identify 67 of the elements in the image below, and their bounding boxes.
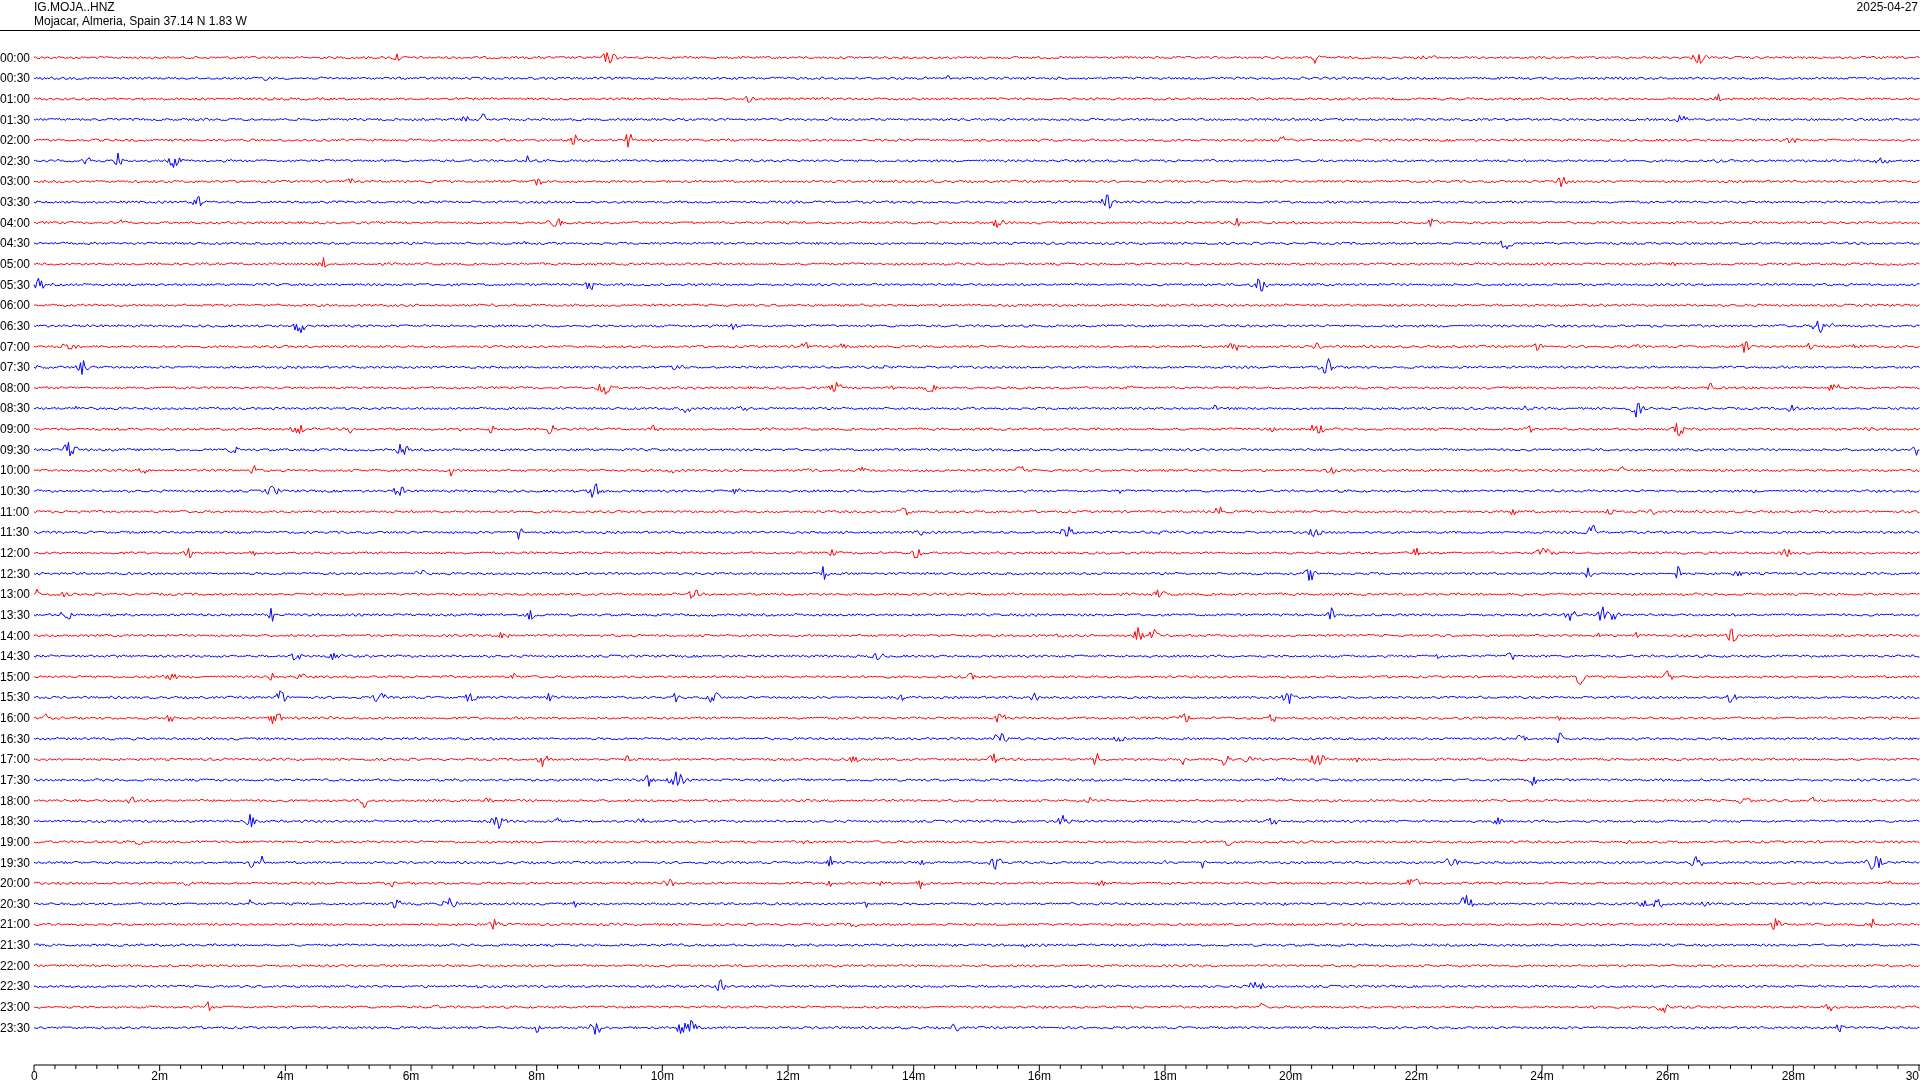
- tick-label: 18m: [1153, 1069, 1177, 1080]
- time-label: 17:00: [0, 752, 31, 767]
- tick-label: 30: [1905, 1069, 1919, 1080]
- tick-label: 0: [31, 1069, 38, 1080]
- tick-label: 28m: [1781, 1069, 1805, 1080]
- time-label: 15:30: [0, 690, 31, 705]
- time-label: 01:30: [0, 112, 31, 127]
- time-label: 19:00: [0, 834, 31, 849]
- time-label: 00:00: [0, 50, 31, 65]
- time-label: 04:30: [0, 236, 31, 251]
- time-label: 10:00: [0, 463, 31, 478]
- station-code: IG.MOJA..HNZ: [34, 0, 116, 14]
- tick-label: 26m: [1656, 1069, 1680, 1080]
- time-label: 19:30: [0, 855, 31, 870]
- time-label: 06:30: [0, 318, 31, 333]
- tick-label: 4m: [277, 1069, 294, 1080]
- tick-label: 12m: [776, 1069, 800, 1080]
- time-label: 05:30: [0, 277, 31, 292]
- time-label: 11:30: [0, 525, 30, 540]
- time-label: 23:30: [0, 1020, 31, 1035]
- time-label: 14:30: [0, 649, 31, 664]
- time-label: 13:00: [0, 587, 31, 602]
- station-location: Mojacar, Almeria, Spain 37.14 N 1.83 W: [34, 14, 247, 28]
- time-label: 04:00: [0, 215, 31, 230]
- time-label: 20:30: [0, 896, 31, 911]
- tick-label: 20m: [1279, 1069, 1303, 1080]
- date-label: 2025-04-27: [1856, 0, 1918, 16]
- time-label: 22:30: [0, 979, 31, 994]
- tick-label: 24m: [1530, 1069, 1554, 1080]
- time-label: 18:30: [0, 814, 31, 829]
- time-label: 02:30: [0, 153, 31, 168]
- time-label: 16:30: [0, 731, 31, 746]
- tick-label: 6m: [402, 1069, 420, 1080]
- tick-label: 2m: [151, 1069, 168, 1080]
- time-label: 14:00: [0, 628, 31, 643]
- time-label: 16:00: [0, 711, 31, 726]
- tick-label: 8m: [528, 1069, 545, 1080]
- time-label: 21:00: [0, 917, 31, 932]
- time-label: 22:00: [0, 958, 31, 973]
- time-label: 13:30: [0, 607, 31, 622]
- time-label: 10:30: [0, 484, 31, 499]
- time-label: 08:30: [0, 401, 31, 416]
- time-label: 00:30: [0, 71, 31, 86]
- time-label: 06:00: [0, 298, 31, 313]
- time-label: 07:00: [0, 339, 31, 354]
- time-label: 11:00: [0, 504, 30, 519]
- time-label: 12:00: [0, 545, 31, 560]
- tick-label: 22m: [1404, 1069, 1428, 1080]
- time-label: 01:00: [0, 91, 31, 106]
- time-label: 21:30: [0, 938, 31, 953]
- tick-label: 14m: [902, 1069, 926, 1080]
- time-label: 07:30: [0, 360, 31, 375]
- tick-label: 16m: [1027, 1069, 1051, 1080]
- time-label: 17:30: [0, 773, 31, 787]
- time-label: 09:30: [0, 442, 31, 457]
- tick-label: 10m: [650, 1069, 674, 1080]
- time-label: 05:00: [0, 257, 31, 271]
- time-label: 23:00: [0, 1000, 31, 1015]
- time-label: 12:30: [0, 566, 31, 581]
- time-label: 03:00: [0, 174, 31, 189]
- time-label: 15:00: [0, 669, 31, 684]
- time-label: 09:00: [0, 422, 31, 437]
- time-label: 02:00: [0, 133, 31, 148]
- time-label: 08:00: [0, 380, 31, 395]
- time-label: 03:30: [0, 195, 31, 210]
- time-label: 20:00: [0, 876, 31, 891]
- time-label: 18:00: [0, 793, 31, 808]
